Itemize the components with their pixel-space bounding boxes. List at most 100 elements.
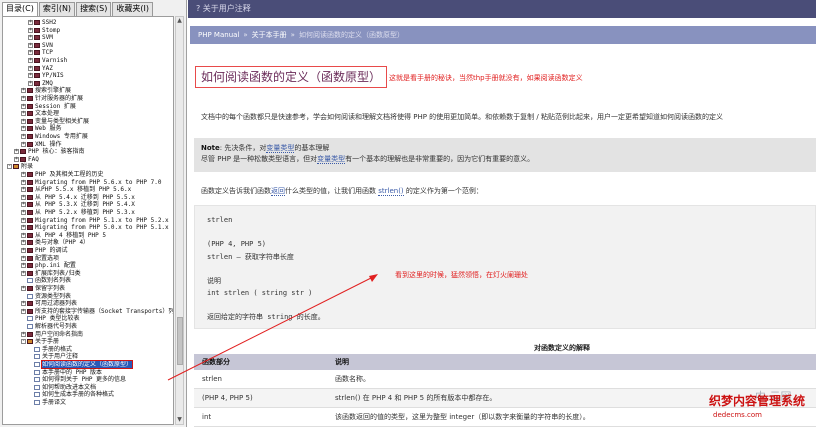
expand-icon[interactable]: +	[21, 187, 26, 193]
expand-icon[interactable]: +	[21, 88, 26, 94]
expand-icon[interactable]: +	[28, 65, 33, 71]
expand-icon[interactable]: +	[28, 20, 33, 25]
tree-item[interactable]: + Varnish	[28, 57, 67, 64]
tree-item[interactable]: 本手册中的 PHP 版本	[28, 369, 102, 376]
expand-icon[interactable]: +	[21, 263, 26, 269]
tree-item[interactable]: - 附录	[7, 163, 33, 170]
tree-item[interactable]: 如何帮助改进本文档	[28, 384, 96, 391]
tree-item[interactable]: + Migrating from PHP 5.6.x to PHP 7.0	[21, 179, 161, 186]
expand-icon[interactable]: +	[28, 58, 33, 63]
collapse-icon[interactable]: -	[7, 164, 12, 170]
link-variable-types-1[interactable]: 变量类型	[266, 144, 295, 153]
tab-contents[interactable]: 目录(C)	[2, 2, 38, 16]
tree-item[interactable]: + 搜索引擎扩展	[21, 87, 71, 94]
expand-icon[interactable]: +	[28, 50, 33, 56]
tree-item[interactable]: 如何得到关于 PHP 更多的信息	[28, 376, 126, 383]
expand-icon[interactable]: +	[21, 210, 26, 215]
tree-item[interactable]: + 配置选项	[21, 255, 59, 262]
tree-item[interactable]: 函数别名列表	[21, 277, 71, 284]
expand-icon[interactable]: +	[28, 35, 33, 41]
link-strlen[interactable]: strlen()	[378, 187, 404, 196]
tree-item[interactable]: + 从 PHP 5.2.x 移植到 PHP 5.3.x	[21, 209, 135, 216]
tree-item[interactable]: + Web 服务	[21, 125, 61, 132]
expand-icon[interactable]: +	[21, 202, 26, 208]
tree-item[interactable]: + SVM	[28, 34, 53, 41]
tree-item[interactable]: + 保留字列表	[21, 285, 65, 292]
tree-item[interactable]: 资源类型列表	[21, 293, 71, 300]
expand-icon[interactable]: +	[28, 42, 33, 48]
tree-item[interactable]: + SSH2	[28, 19, 56, 26]
tree-item[interactable]: + YAZ	[28, 65, 53, 72]
tree-item[interactable]: + PHP 的调试	[21, 247, 67, 254]
expand-icon[interactable]: +	[28, 73, 33, 79]
expand-icon[interactable]: +	[21, 126, 26, 132]
expand-icon[interactable]: +	[21, 217, 26, 223]
expand-icon[interactable]: +	[21, 194, 26, 200]
expand-icon[interactable]: +	[21, 172, 26, 177]
tree-item[interactable]: + FAQ	[14, 156, 39, 163]
tree-item[interactable]: - 关于手册	[21, 338, 59, 345]
link-return[interactable]: 返回	[271, 187, 285, 196]
tree-item[interactable]: + TCP	[28, 49, 53, 56]
tree-item[interactable]: + PHP 核心：骇客指南	[14, 148, 84, 155]
tree-item[interactable]: + 针对服务器的扩展	[21, 95, 83, 102]
expand-icon[interactable]: +	[14, 156, 19, 162]
tree-item[interactable]: + 变量与类型相关扩展	[21, 118, 89, 125]
tree-item[interactable]: + Stomp	[28, 27, 60, 34]
link-variable-types-2[interactable]: 变量类型	[317, 155, 346, 164]
scroll-down-icon[interactable]: ▼	[176, 416, 183, 424]
expand-icon[interactable]: +	[28, 27, 33, 33]
expand-icon[interactable]: +	[21, 179, 26, 185]
tree-item[interactable]: + php.ini 配置	[21, 262, 76, 269]
tree-item[interactable]: + 用户空间命名指南	[21, 331, 83, 338]
tree-item[interactable]: + 扩展库列表/归类	[21, 270, 81, 277]
tree-scrollbar[interactable]: ▲ ▼	[175, 16, 184, 425]
tree-item[interactable]: + Migrating from PHP 5.1.x to PHP 5.2.x	[21, 217, 169, 224]
scrollbar-thumb[interactable]	[177, 317, 183, 365]
tree-item[interactable]: + Migrating from PHP 5.0.x to PHP 5.1.x	[21, 224, 169, 231]
expand-icon[interactable]: +	[14, 149, 19, 155]
tree-item[interactable]: + Windows 专用扩展	[21, 133, 88, 140]
tree-item[interactable]: + XML 操作	[21, 141, 61, 148]
tab-favorites[interactable]: 收藏夹(I)	[112, 2, 153, 16]
expand-icon[interactable]: +	[21, 255, 26, 261]
tree-item[interactable]: 解析器代号列表	[21, 323, 77, 330]
expand-icon[interactable]: +	[21, 308, 26, 314]
expand-icon[interactable]: +	[21, 286, 26, 291]
expand-icon[interactable]: +	[21, 331, 26, 337]
tree-item[interactable]: + YP/NIS	[28, 72, 64, 79]
tree-item[interactable]: + Session 扩展	[21, 103, 76, 110]
tab-index[interactable]: 索引(N)	[38, 2, 76, 16]
tree-item[interactable]: + PHP 及其相关工程的历史	[21, 171, 103, 178]
tree-item[interactable]: + 所支持的套接字传输器（Socket Transports）列表	[21, 308, 173, 315]
tree-item[interactable]: 如何生成本手册的各种格式	[28, 391, 114, 398]
expand-icon[interactable]: +	[21, 118, 26, 124]
tree-item[interactable]: + 可用过滤器列表	[21, 300, 77, 307]
breadcrumb-link-manual[interactable]: PHP Manual	[198, 31, 239, 39]
tree-item[interactable]: PHP 类型比较表	[21, 315, 79, 322]
expand-icon[interactable]: +	[28, 80, 33, 86]
tree-item[interactable]: + 类与对象（PHP 4）	[21, 239, 89, 246]
expand-icon[interactable]: +	[21, 141, 26, 147]
tree-item[interactable]: + 从PHP 5.5.x 移植到 PHP 5.6.x	[21, 186, 131, 193]
collapse-icon[interactable]: -	[21, 339, 26, 345]
tree-item[interactable]: 手册的格式	[28, 346, 72, 353]
expand-icon[interactable]: +	[21, 111, 26, 117]
tree-item[interactable]: + 从 PHP 5.3.X 迁移到 PHP 5.4.X	[21, 201, 135, 208]
tree-item[interactable]: 手册译文	[28, 399, 66, 406]
tree-item[interactable]: + 从 PHP 5.4.x 迁移到 PHP 5.5.x	[21, 194, 135, 201]
breadcrumb-link-about[interactable]: 关于本手册	[252, 31, 287, 39]
tree-item[interactable]: 如何阅读函数的定义（函数原型）	[28, 360, 134, 369]
expand-icon[interactable]: +	[21, 134, 26, 139]
expand-icon[interactable]: +	[21, 232, 26, 238]
tree-item[interactable]: + SVN	[28, 42, 53, 49]
tree-item[interactable]: + ZMQ	[28, 80, 53, 87]
expand-icon[interactable]: +	[21, 103, 26, 109]
expand-icon[interactable]: +	[21, 301, 26, 307]
tree-item[interactable]: + 文本处理	[21, 110, 59, 117]
expand-icon[interactable]: +	[21, 225, 26, 231]
tree-item[interactable]: 关于用户注释	[28, 353, 78, 360]
tab-search[interactable]: 搜索(S)	[76, 2, 112, 16]
expand-icon[interactable]: +	[21, 248, 26, 253]
scroll-up-icon[interactable]: ▲	[176, 17, 183, 25]
